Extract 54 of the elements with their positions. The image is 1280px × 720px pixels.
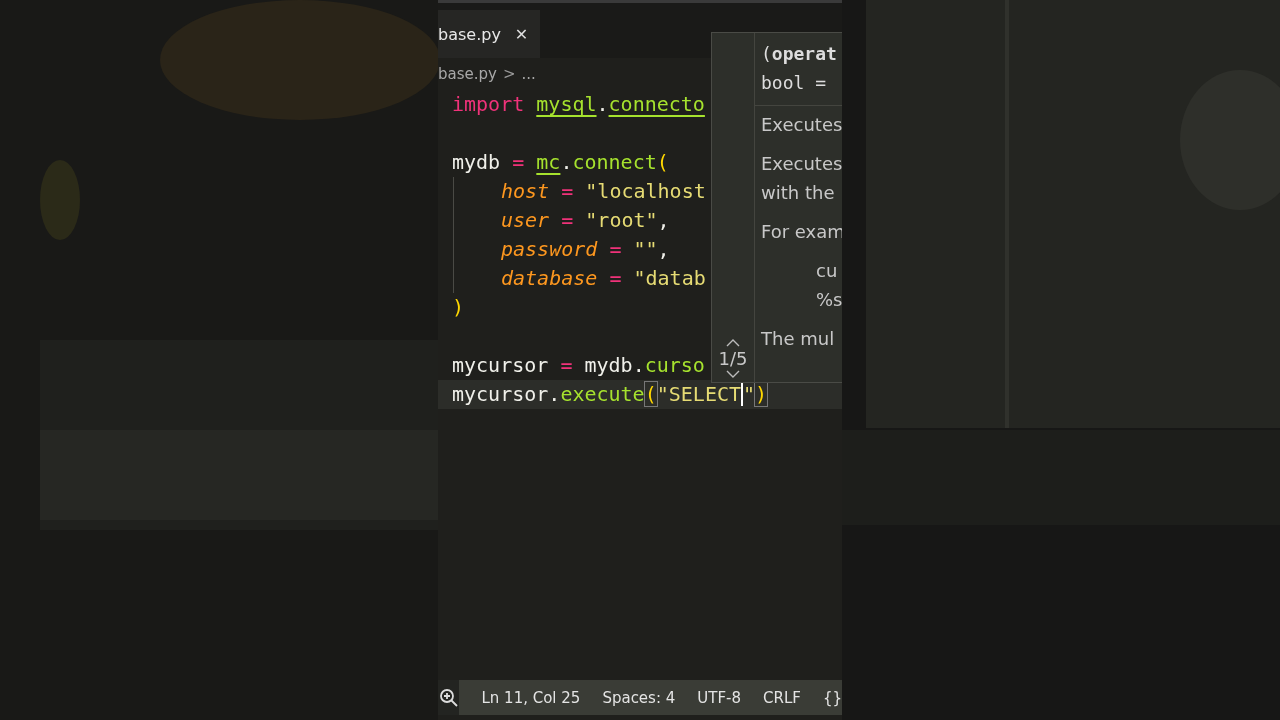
chevron-icon: > bbox=[502, 65, 516, 83]
bracket: ( bbox=[656, 150, 669, 174]
function-name: execute bbox=[560, 382, 645, 406]
code-text: , bbox=[657, 237, 670, 261]
zoom-icon[interactable] bbox=[438, 680, 460, 715]
status-item[interactable]: Spaces: 4 bbox=[602, 688, 676, 707]
chevron-down-icon[interactable] bbox=[726, 370, 740, 378]
breadcrumb-item[interactable]: ... bbox=[521, 65, 536, 83]
parameter-name: password bbox=[501, 237, 599, 261]
status-item[interactable]: CRLF bbox=[763, 688, 801, 707]
code-text: . bbox=[596, 92, 609, 116]
function-name: curso bbox=[644, 353, 705, 377]
doc-text: The mul bbox=[761, 327, 836, 351]
operator: = bbox=[609, 266, 623, 290]
bracket: ) bbox=[755, 382, 768, 406]
operator: = bbox=[561, 208, 575, 232]
status-item[interactable]: Ln 11, Col 25 bbox=[481, 688, 581, 707]
operator: = bbox=[560, 353, 574, 377]
bracket: ) bbox=[452, 295, 465, 319]
string-literal: "datab bbox=[633, 266, 706, 290]
code-text: , bbox=[657, 208, 670, 232]
code-example: cu %s bbox=[815, 259, 842, 312]
parameter-name: host bbox=[501, 179, 551, 203]
signature-text: bool = bbox=[761, 71, 828, 95]
parameter-name: user bbox=[501, 208, 551, 232]
parameter-name: database bbox=[501, 266, 599, 290]
keyword: import bbox=[452, 92, 526, 116]
module-name: mysql bbox=[536, 92, 597, 116]
status-item[interactable]: {} bbox=[822, 688, 842, 707]
bracket: ( bbox=[644, 382, 657, 406]
function-name: connect bbox=[572, 150, 657, 174]
string-literal: "root" bbox=[585, 208, 658, 232]
code-text: mycursor. bbox=[452, 382, 561, 406]
close-icon[interactable]: ✕ bbox=[514, 24, 529, 44]
module-name: mc bbox=[536, 150, 561, 174]
string-literal: "" bbox=[633, 237, 658, 261]
code-text: mydb. bbox=[584, 353, 645, 377]
operator: = bbox=[609, 237, 623, 261]
module-name: connecto bbox=[608, 92, 705, 116]
string-literal: "localhost bbox=[585, 179, 706, 203]
code-text: mydb bbox=[452, 150, 502, 174]
chevron-up-icon[interactable] bbox=[726, 339, 740, 347]
doc-text: Executes bbox=[761, 113, 842, 137]
operator: = bbox=[561, 179, 575, 203]
string-literal: "SELECT bbox=[656, 382, 741, 406]
breadcrumb-item[interactable]: base.py bbox=[438, 65, 497, 83]
editor-tab[interactable]: base.py ✕ bbox=[438, 10, 541, 58]
overload-counter: 1/5 bbox=[718, 348, 748, 369]
code-text: mycursor bbox=[452, 353, 550, 377]
signature-text: (operat bbox=[761, 42, 838, 66]
code-text: . bbox=[560, 150, 573, 174]
doc-text: Executes with the bbox=[761, 152, 842, 205]
status-item[interactable]: UTF-8 bbox=[697, 688, 741, 707]
operator: = bbox=[512, 150, 526, 174]
